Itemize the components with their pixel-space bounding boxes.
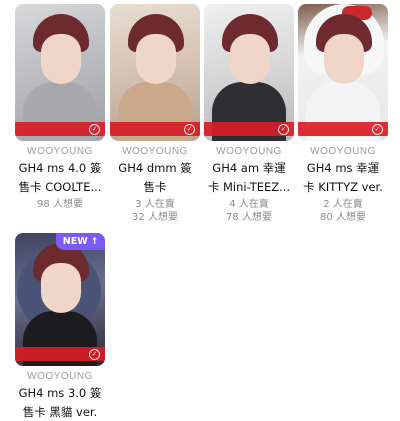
want-count: 78 人想要 [226,212,272,223]
check-circle-icon: ✓ [89,124,100,135]
seller-count: 3 人在賣 [135,199,175,210]
check-circle-icon: ✓ [89,349,100,360]
photocard-image[interactable]: NEW ↑ ✓ [15,233,105,366]
card-title-line2: 售卡 [143,180,167,194]
new-badge: NEW ↑ [56,233,105,250]
photocard-item[interactable]: ✓ WOOYOUNG GH4 am 幸運 卡 Mini-TEEZ... 4 人在… [204,4,294,224]
card-title-line2: 售卡 黑貓 ver. [22,405,98,419]
card-title-line1: GH4 ms 3.0 簽 [18,386,102,400]
photocard-image[interactable]: ✓ [204,4,294,141]
check-circle-icon: ✓ [372,124,383,135]
photocard-image[interactable]: ✓ [15,4,105,141]
photocard-item[interactable]: NEW ↑ ✓ WOOYOUNG GH4 ms 3.0 簽 售卡 黑貓 ver. [15,233,105,420]
artist-name: WOOYOUNG [310,146,376,157]
want-count: 98 人想要 [37,199,83,210]
artist-name: WOOYOUNG [216,146,282,157]
new-badge-label: NEW [62,236,88,247]
artist-name: WOOYOUNG [27,146,93,157]
card-title-line1: GH4 ms 4.0 簽 [18,161,102,175]
artist-name: WOOYOUNG [27,371,93,382]
check-circle-icon: ✓ [184,124,195,135]
card-title-line2: 卡 Mini-TEEZ... [207,180,291,194]
photocard-item[interactable]: ✓ WOOYOUNG GH4 dmm 簽 售卡 3 人在賣 32 人想要 [110,4,200,224]
card-title-line1: GH4 am 幸運 [212,161,286,175]
want-count: 80 人想要 [320,212,366,223]
photocard-grid: ✓ WOOYOUNG GH4 ms 4.0 簽 售卡 COOLTE... 98 … [0,0,400,421]
seller-count: 4 人在賣 [229,199,269,210]
arrow-up-icon: ↑ [90,236,99,247]
seller-count: 2 人在賣 [323,199,363,210]
photocard-image[interactable]: ✓ [298,4,388,141]
artist-name: WOOYOUNG [122,146,188,157]
want-count: 32 人想要 [132,212,178,223]
photocard-item[interactable]: ✓ WOOYOUNG GH4 ms 幸運 卡 KITTYZ ver. 2 人在賣… [298,4,388,224]
card-title-line1: GH4 dmm 簽 [118,161,192,175]
card-title-line2: 卡 KITTYZ ver. [303,180,383,194]
photocard-item[interactable]: ✓ WOOYOUNG GH4 ms 4.0 簽 售卡 COOLTE... 98 … [15,4,105,211]
check-circle-icon: ✓ [278,124,289,135]
card-title-line2: 售卡 COOLTE... [18,180,102,194]
photocard-image[interactable]: ✓ [110,4,200,141]
card-title-line1: GH4 ms 幸運 [306,161,380,175]
